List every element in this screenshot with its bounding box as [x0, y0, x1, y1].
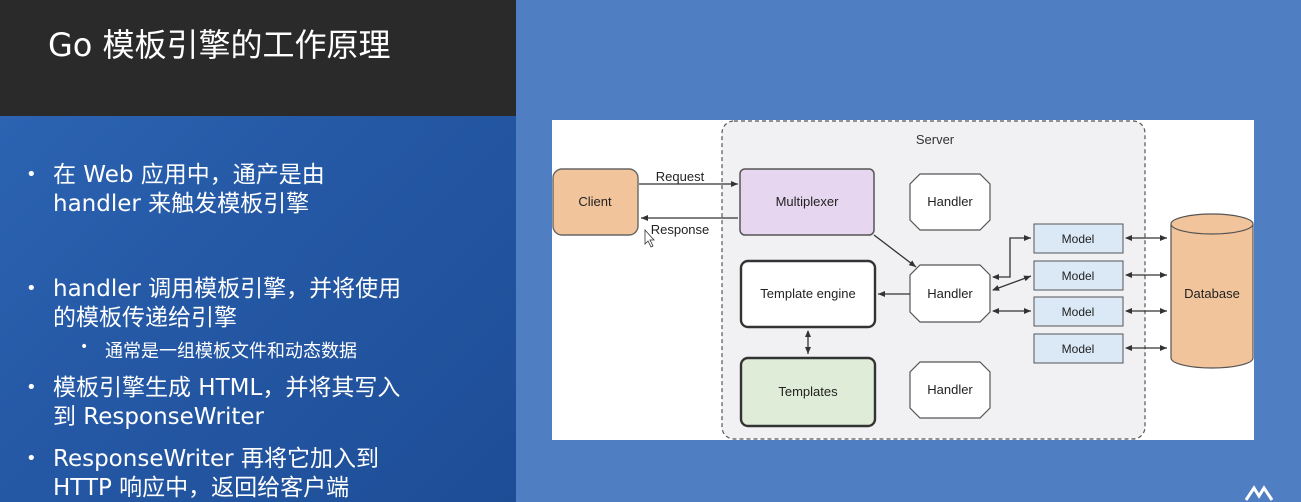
handler-bottom-label: Handler: [927, 382, 973, 397]
database-label: Database: [1184, 286, 1240, 301]
slide-title: Go 模板引擎的工作原理: [48, 26, 391, 64]
model-label-3: Model: [1062, 305, 1095, 319]
model-label-4: Model: [1062, 342, 1095, 356]
bullet-4-line-2: HTTP 响应中，返回给客户端: [53, 475, 350, 501]
model-label-2: Model: [1062, 269, 1095, 283]
handler-mid-label: Handler: [927, 286, 973, 301]
client-label: Client: [578, 194, 612, 209]
multiplexer-label: Multiplexer: [776, 194, 840, 209]
sub-bullet-1: 通常是一组模板文件和动态数据: [105, 341, 357, 362]
bullet-dot: •: [26, 164, 37, 185]
diagram-svg: Server Client Request Response Multiplex…: [552, 120, 1254, 440]
handler-top-label: Handler: [927, 194, 973, 209]
database-top: [1170, 213, 1254, 235]
slide-corner-icon: [1244, 485, 1274, 501]
bullet-2-line-2: 的模板传递给引擎: [53, 305, 237, 331]
request-label: Request: [656, 169, 705, 184]
bullet-2-line-1: handler 调用模板引擎，并将使用: [53, 276, 402, 302]
response-label: Response: [651, 222, 710, 237]
model-label-1: Model: [1062, 232, 1095, 246]
architecture-diagram: Server Client Request Response Multiplex…: [552, 120, 1254, 440]
template-engine-label: Template engine: [760, 286, 855, 301]
title-bar: Go 模板引擎的工作原理: [0, 0, 516, 116]
bullet-4-line-1: ResponseWriter 再将它加入到: [53, 446, 379, 472]
templates-label: Templates: [778, 384, 838, 399]
bullet-3-line-1: 模板引擎生成 HTML，并将其写入: [53, 375, 401, 401]
bullet-1-line-1: 在 Web 应用中，通产是由: [53, 162, 325, 188]
bullet-3-line-2: 到 ResponseWriter: [53, 404, 264, 430]
bullet-dot: •: [26, 278, 37, 299]
server-label: Server: [916, 132, 955, 147]
bullet-1-line-2: handler 来触发模板引擎: [53, 191, 310, 217]
sub-bullet-dot: •: [80, 339, 89, 355]
bullet-dot: •: [26, 377, 37, 398]
bullet-dot: •: [26, 448, 37, 469]
